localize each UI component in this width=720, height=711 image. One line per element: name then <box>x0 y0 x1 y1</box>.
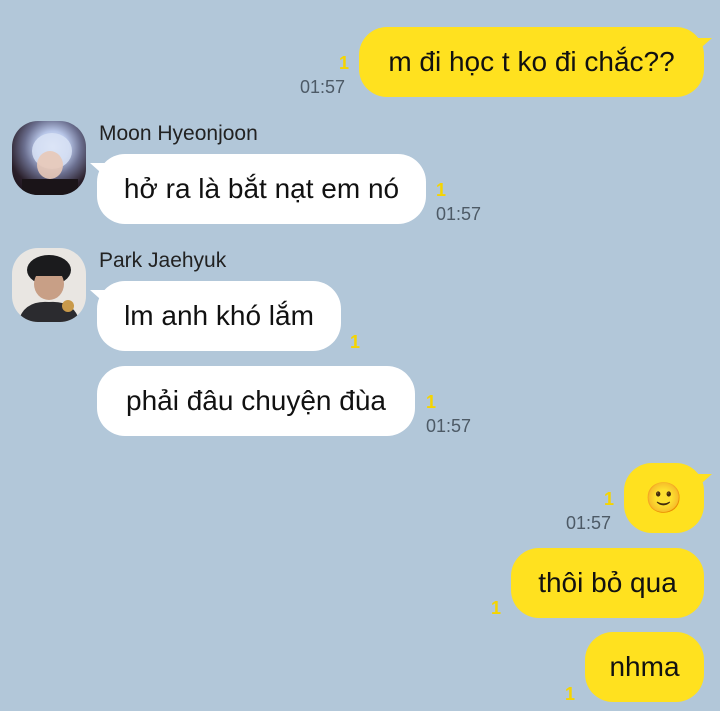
avatar[interactable] <box>12 248 86 322</box>
message-text: thôi bỏ qua <box>538 567 677 598</box>
message-bubble-outgoing[interactable]: nhma <box>585 632 704 702</box>
person-photo-icon <box>18 255 80 322</box>
sender-name: Moon Hyeonjoon <box>99 122 258 145</box>
message-text: nhma <box>609 651 680 682</box>
message-bubble-incoming[interactable]: lm anh khó lắm <box>97 281 341 351</box>
message-text: lm anh khó lắm <box>124 300 314 331</box>
unread-count: 1 <box>339 53 350 73</box>
message-text: phải đâu chuyện đùa <box>126 385 386 416</box>
bubble-tail <box>694 474 712 490</box>
unread-count: 1 <box>565 684 576 704</box>
unread-count: 1 <box>491 598 502 618</box>
message-bubble-incoming[interactable]: phải đâu chuyện đùa <box>97 366 415 436</box>
timestamp: 01:57 <box>300 77 346 97</box>
unread-count: 1 <box>350 332 361 352</box>
message-bubble-outgoing[interactable]: thôi bỏ qua <box>511 548 704 618</box>
message-bubble-incoming[interactable]: hở ra là bắt nạt em nó <box>97 154 426 224</box>
message-text: m đi học t ko đi chắc?? <box>388 46 675 77</box>
sender-name: Park Jaehyuk <box>99 249 227 272</box>
bubble-tail <box>694 38 712 54</box>
message-bubble-outgoing[interactable]: m đi học t ko đi chắc?? <box>359 27 704 97</box>
timestamp: 01:57 <box>566 513 612 533</box>
message-bubble-outgoing[interactable]: 🙂 <box>624 463 704 533</box>
avatar[interactable] <box>12 121 86 195</box>
timestamp: 01:57 <box>436 204 482 224</box>
unread-count: 1 <box>436 180 447 200</box>
message-text: hở ra là bắt nạt em nó <box>123 173 400 204</box>
person-photo-icon <box>22 133 78 195</box>
smile-emoji-icon: 🙂 <box>645 481 683 515</box>
unread-count: 1 <box>604 489 615 509</box>
unread-count: 1 <box>426 392 437 412</box>
timestamp: 01:57 <box>426 416 472 436</box>
